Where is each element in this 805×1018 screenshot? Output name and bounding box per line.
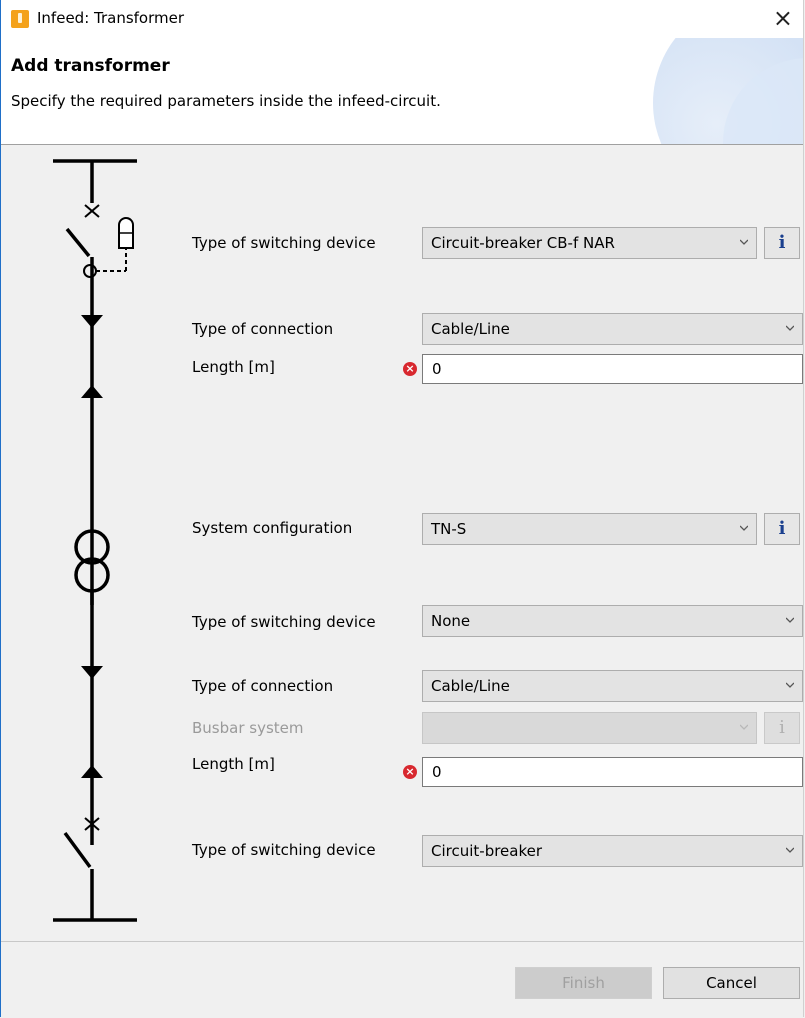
length-1-label: Length [m]	[192, 358, 275, 376]
switching-device-3-value: Circuit-breaker	[431, 842, 543, 860]
chevron-down-icon	[786, 617, 794, 623]
page-title: Add transformer	[11, 56, 170, 76]
system-configuration-select[interactable]: TN-S	[422, 513, 757, 545]
page-description: Specify the required parameters inside t…	[11, 92, 441, 110]
length-1-value: 0	[432, 360, 442, 378]
system-configuration-value: TN-S	[431, 520, 467, 538]
switching-device-2-value: None	[431, 612, 471, 630]
dialog-footer: Finish Cancel	[1, 941, 803, 1018]
error-icon: ×	[403, 362, 417, 376]
chevron-down-icon	[740, 724, 748, 730]
chevron-down-icon	[740, 239, 748, 245]
close-icon[interactable]: ×	[773, 4, 793, 32]
connection-1-select[interactable]: Cable/Line	[422, 313, 803, 345]
window-title: Infeed: Transformer	[37, 9, 185, 27]
busbar-system-info-button: i	[764, 712, 800, 744]
system-configuration-label: System configuration	[192, 519, 353, 537]
form-area: Type of switching device Circuit-breaker…	[1, 145, 803, 940]
switching-device-1-info-button[interactable]: i	[764, 227, 800, 259]
length-1-input[interactable]: 0	[422, 354, 803, 384]
switching-device-1-label: Type of switching device	[192, 234, 376, 252]
arrow-up-icon	[81, 385, 103, 398]
chevron-down-icon	[740, 525, 748, 531]
finish-button[interactable]: Finish	[515, 967, 652, 999]
switching-device-3-label: Type of switching device	[192, 841, 376, 859]
title-bar: Infeed: Transformer ×	[1, 0, 803, 38]
busbar-system-label: Busbar system	[192, 719, 304, 737]
arrow-down-icon	[81, 315, 103, 328]
busbar-system-select	[422, 712, 757, 744]
relay-node	[83, 264, 97, 278]
switching-device-1-value: Circuit-breaker CB-f NAR	[431, 234, 615, 252]
switch-blade-bottom	[63, 831, 92, 869]
arrow-down-icon	[81, 666, 103, 679]
dialog-header: Add transformer Specify the required par…	[1, 38, 803, 145]
chevron-down-icon	[786, 847, 794, 853]
switch-blade-top	[65, 227, 91, 258]
system-configuration-info-button[interactable]: i	[764, 513, 800, 545]
length-2-label: Length [m]	[192, 755, 275, 773]
connection-2-select[interactable]: Cable/Line	[422, 670, 803, 702]
length-2-value: 0	[432, 763, 442, 781]
dialog-window: Infeed: Transformer × Add transformer Sp…	[0, 0, 804, 1017]
length-2-input[interactable]: 0	[422, 757, 803, 787]
error-icon: ×	[403, 765, 417, 779]
cancel-button[interactable]: Cancel	[663, 967, 800, 999]
app-icon	[11, 10, 29, 28]
connection-1-value: Cable/Line	[431, 320, 510, 338]
connection-2-value: Cable/Line	[431, 677, 510, 695]
switching-device-2-label: Type of switching device	[192, 613, 376, 631]
switching-device-3-select[interactable]: Circuit-breaker	[422, 835, 803, 867]
switching-device-1-select[interactable]: Circuit-breaker CB-f NAR	[422, 227, 757, 259]
circuit-diagram	[53, 159, 137, 922]
chevron-down-icon	[786, 682, 794, 688]
connection-1-label: Type of connection	[192, 320, 334, 338]
arrow-up-icon	[81, 765, 103, 778]
switching-device-2-select[interactable]: None	[422, 605, 803, 637]
connection-2-label: Type of connection	[192, 677, 334, 695]
chevron-down-icon	[786, 325, 794, 331]
